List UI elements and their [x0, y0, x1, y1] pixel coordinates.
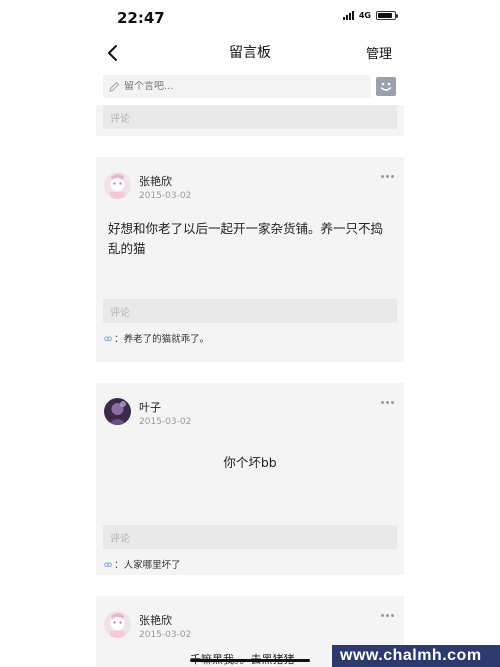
home-indicator [190, 659, 310, 662]
post-date: 2015-03-02 [139, 191, 192, 201]
reply-input[interactable]: 评论 [103, 105, 397, 129]
reply-text: ：养老了的猫就乖了。 [114, 334, 210, 345]
reply-user-icon: ꝏ [104, 559, 113, 569]
reply-user-icon: ꝏ [104, 333, 113, 343]
reply-item: ꝏ ：人家哪里坏了 [96, 549, 404, 572]
post-header: 叶子 2015-03-02 [96, 383, 404, 445]
comment-input-box[interactable] [103, 75, 371, 98]
avatar[interactable] [104, 398, 131, 425]
avatar[interactable] [104, 611, 131, 638]
post-date: 2015-03-02 [139, 417, 192, 427]
post-header: 张艳欣 2015-03-02 [96, 157, 404, 219]
more-options-button[interactable] [381, 175, 394, 178]
avatar-illustration [104, 611, 131, 638]
reply-input[interactable]: 评论 [103, 525, 397, 549]
manage-button[interactable]: 管理 [366, 43, 392, 62]
author-name: 叶子 [139, 401, 161, 414]
comment-input[interactable] [124, 81, 354, 92]
post-card: 叶子 2015-03-02 你个坏bb 评论 ꝏ ：人家哪里坏了 [96, 383, 404, 575]
author-name: 张艳欣 [139, 614, 172, 627]
more-options-button[interactable] [381, 401, 394, 404]
page-title: 留言板 [229, 45, 271, 61]
post-date: 2015-03-02 [139, 630, 192, 640]
battery-icon [376, 11, 398, 20]
post-content: 好想和你老了以后一起开一家杂货铺。养一只不捣乱的猫 [108, 221, 384, 256]
post-content: 你个坏bb [223, 455, 277, 470]
more-options-button[interactable] [381, 614, 394, 617]
pencil-icon [109, 81, 120, 92]
status-bar: 22:47 4G [0, 0, 500, 34]
reply-text: ：人家哪里坏了 [114, 560, 181, 571]
message-feed: 评论 张艳欣 2015-03-02 好想和你老了以后一起开一家杂货铺。养一只不捣… [96, 105, 404, 667]
reply-item: ꝏ ：养老了的猫就乖了。 [96, 323, 404, 346]
status-indicators: 4G [342, 11, 398, 20]
status-time: 22:47 [117, 9, 165, 27]
avatar-illustration [104, 398, 131, 425]
nav-bar: 留言板 管理 [0, 34, 500, 70]
network-type: 4G [358, 11, 371, 20]
post-card-previous: 评论 [96, 105, 404, 136]
emoji-button[interactable] [376, 77, 396, 96]
emoji-icon [380, 82, 392, 91]
reply-input[interactable]: 评论 [103, 299, 397, 323]
site-watermark: www.chalmh.com [332, 645, 500, 667]
avatar[interactable] [104, 172, 131, 199]
avatar-illustration [104, 172, 131, 199]
author-name: 张艳欣 [139, 175, 172, 188]
signal-icon [342, 11, 354, 20]
post-card: 张艳欣 2015-03-02 好想和你老了以后一起开一家杂货铺。养一只不捣乱的猫… [96, 157, 404, 362]
